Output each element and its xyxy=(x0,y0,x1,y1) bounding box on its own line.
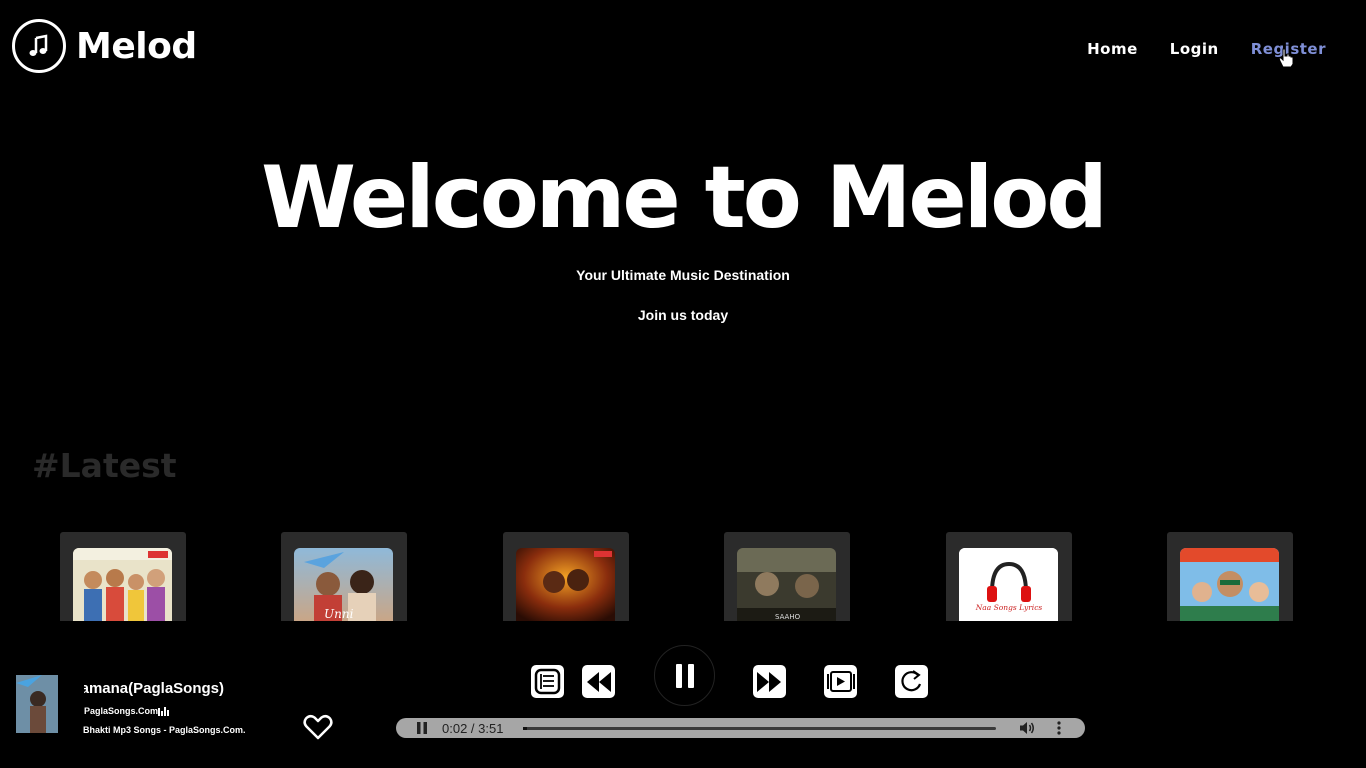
latest-card[interactable] xyxy=(503,532,629,621)
video-button[interactable] xyxy=(824,665,857,698)
nav-login-link[interactable]: Login xyxy=(1170,40,1219,58)
latest-card[interactable]: Naa Songs Lyrics xyxy=(946,532,1072,621)
now-playing-source: PaglaSongs.Com xyxy=(84,706,159,716)
rewind-button[interactable] xyxy=(582,665,615,698)
audio-time: 0:02 / 3:51 xyxy=(442,721,504,736)
card-caption: Naa Songs Lyrics xyxy=(975,603,1043,612)
repeat-icon xyxy=(901,670,922,692)
brand-name: Melod xyxy=(76,25,197,67)
now-playing-title[interactable]: Thamana(PaglaSongs) xyxy=(84,680,224,697)
playlist-icon xyxy=(534,668,561,695)
join-cta[interactable]: Join us today xyxy=(0,307,1366,323)
audio-pause-icon[interactable] xyxy=(416,722,428,734)
latest-cards: Unni SAAHO Naa Songs Lyrics xyxy=(60,532,1293,621)
album-cover-oxygen-icon xyxy=(1180,548,1279,621)
volume-icon[interactable] xyxy=(1019,721,1035,735)
svg-text:SAAHO: SAAHO xyxy=(775,613,801,621)
album-cover-family-icon xyxy=(73,548,172,621)
nav-home-link[interactable]: Home xyxy=(1087,40,1138,58)
fast-forward-icon xyxy=(757,671,781,692)
latest-card[interactable]: Unni xyxy=(281,532,407,621)
pause-icon xyxy=(675,663,694,688)
hand-cursor-icon xyxy=(1278,48,1294,68)
video-icon xyxy=(827,671,855,692)
now-playing-cover-icon xyxy=(16,675,58,733)
latest-card[interactable]: SAAHO xyxy=(724,532,850,621)
playlist-button[interactable] xyxy=(531,665,564,698)
audio-controls: 0:02 / 3:51 xyxy=(396,718,1085,738)
album-cover-headphones-icon: Naa Songs Lyrics xyxy=(959,548,1058,621)
latest-card[interactable] xyxy=(60,532,186,621)
fast-forward-button[interactable] xyxy=(753,665,786,698)
rewind-icon xyxy=(587,671,611,692)
heart-icon[interactable] xyxy=(303,714,333,740)
repeat-button[interactable] xyxy=(895,665,928,698)
audio-seek-progress xyxy=(523,727,528,730)
brand-logo[interactable]: Melod xyxy=(12,19,197,73)
latest-heading: #Latest xyxy=(32,446,177,485)
svg-text:Unni: Unni xyxy=(324,607,354,621)
more-options-icon[interactable] xyxy=(1055,721,1063,735)
latest-card[interactable] xyxy=(1167,532,1293,621)
now-playing-album: Bhakti Mp3 Songs - PaglaSongs.Com. xyxy=(83,725,246,735)
audio-seek-bar[interactable] xyxy=(523,727,996,730)
music-note-icon xyxy=(12,19,66,73)
album-cover-poster-icon: SAAHO xyxy=(737,548,836,621)
hero-subtitle: Your Ultimate Music Destination xyxy=(576,267,790,283)
pause-button[interactable] xyxy=(654,645,715,706)
hero-title: Welcome to Melod xyxy=(261,148,1108,248)
album-cover-paper-plane-icon: Unni xyxy=(294,548,393,621)
equalizer-icon xyxy=(158,707,169,716)
music-player: Thamana(PaglaSongs) PaglaSongs.Com Bhakt… xyxy=(0,621,1366,768)
album-cover-fire-icon xyxy=(516,548,615,621)
